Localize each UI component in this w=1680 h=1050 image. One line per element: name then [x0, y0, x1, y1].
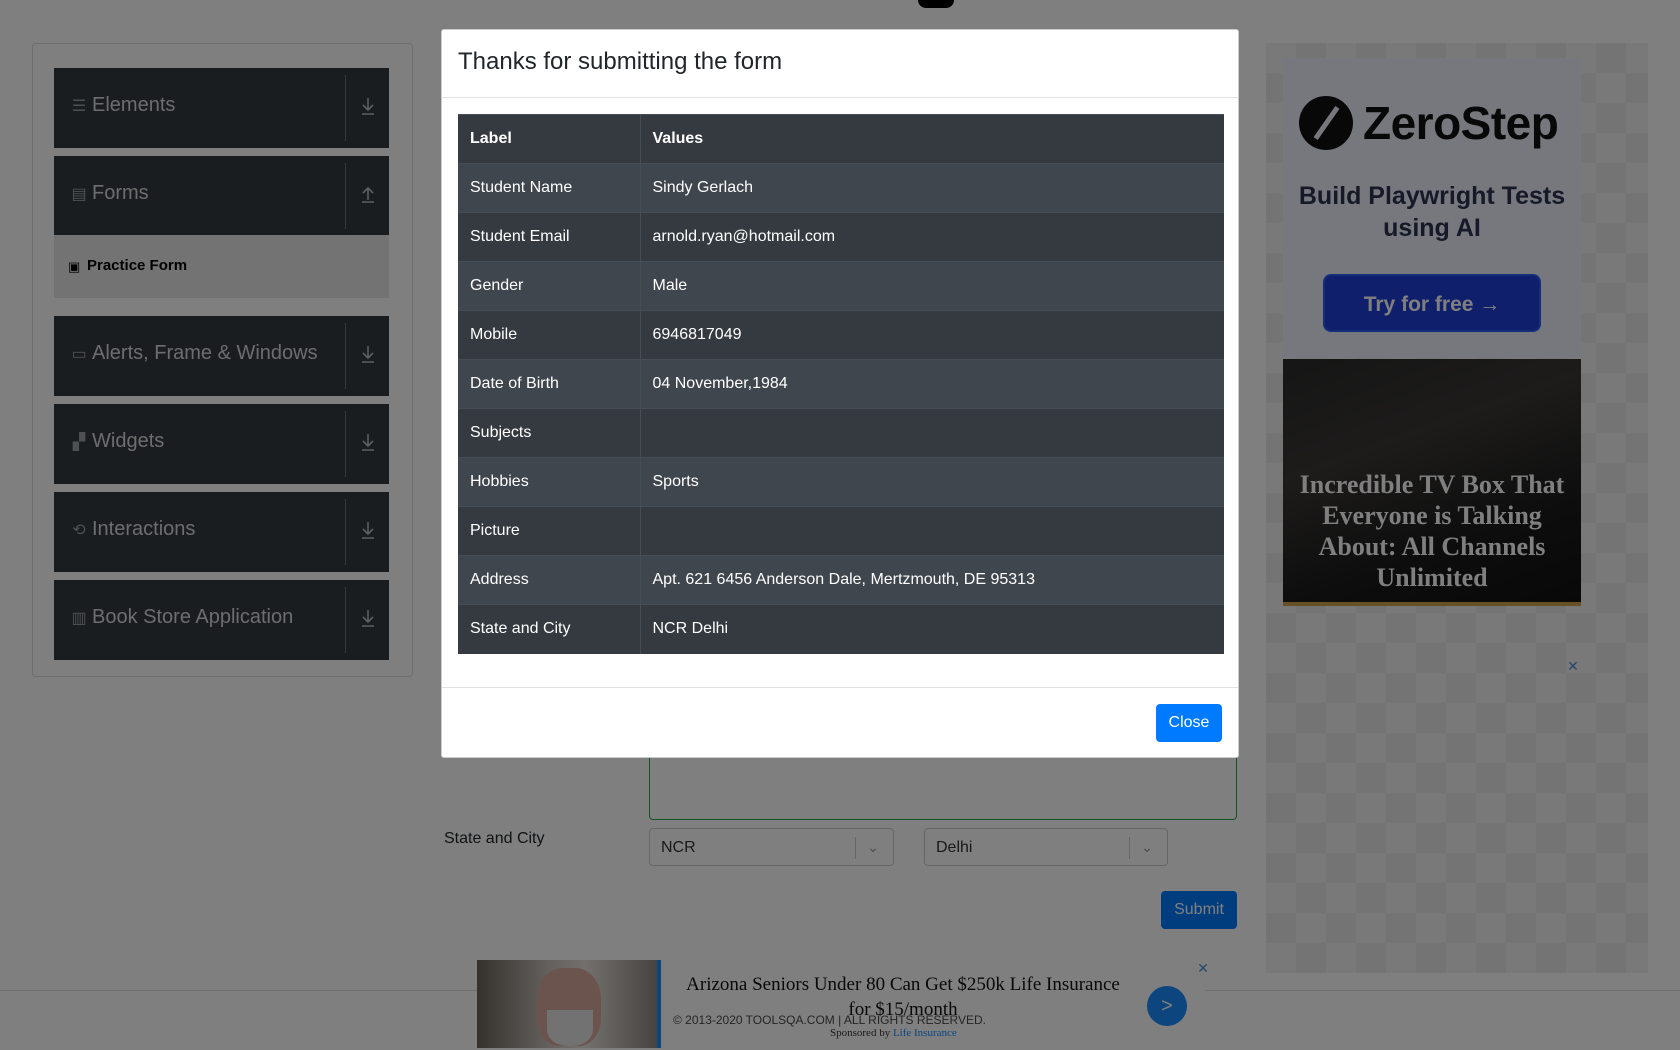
- row-value: Sindy Gerlach: [640, 163, 1224, 213]
- row-label: Mobile: [458, 310, 641, 360]
- row-value: arnold.ryan@hotmail.com: [640, 212, 1224, 262]
- row-label: Gender: [458, 261, 641, 311]
- table-row: State and City NCR Delhi: [458, 604, 1224, 654]
- submission-table: Label Values Student Name Sindy Gerlach S…: [458, 114, 1224, 654]
- modal-title: Thanks for submitting the form: [458, 48, 783, 75]
- row-value: Sports: [640, 457, 1224, 507]
- row-value: [640, 408, 1224, 458]
- table-row: Picture: [458, 506, 1224, 556]
- row-label: State and City: [458, 604, 641, 654]
- row-label: Date of Birth: [458, 359, 641, 409]
- submission-modal: Thanks for submitting the form Label Val…: [441, 29, 1239, 758]
- table-row: Mobile 6946817049: [458, 310, 1224, 360]
- table-row: Date of Birth 04 November,1984: [458, 359, 1224, 409]
- row-value: NCR Delhi: [640, 604, 1224, 654]
- table-row: Hobbies Sports: [458, 457, 1224, 507]
- row-label: Picture: [458, 506, 641, 556]
- row-label: Address: [458, 555, 641, 605]
- row-label: Hobbies: [458, 457, 641, 507]
- row-value: Male: [640, 261, 1224, 311]
- row-value: 04 November,1984: [640, 359, 1224, 409]
- row-value: 6946817049: [640, 310, 1224, 360]
- row-label: Subjects: [458, 408, 641, 458]
- table-row: Subjects: [458, 408, 1224, 458]
- column-header-label: Label: [458, 114, 641, 164]
- table-header-row: Label Values: [458, 114, 1224, 164]
- table-row: Gender Male: [458, 261, 1224, 311]
- table-row: Address Apt. 621 6456 Anderson Dale, Mert…: [458, 555, 1224, 605]
- row-label: Student Email: [458, 212, 641, 262]
- close-button[interactable]: Close: [1156, 704, 1222, 742]
- table-row: Student Email arnold.ryan@hotmail.com: [458, 212, 1224, 262]
- modal-footer: Close: [442, 687, 1238, 757]
- column-header-values: Values: [640, 114, 1224, 164]
- row-value: [640, 506, 1224, 556]
- row-label: Student Name: [458, 163, 641, 213]
- modal-header: Thanks for submitting the form: [442, 30, 1238, 98]
- row-value: Apt. 621 6456 Anderson Dale, Mertzmouth,…: [640, 555, 1224, 605]
- table-row: Student Name Sindy Gerlach: [458, 163, 1224, 213]
